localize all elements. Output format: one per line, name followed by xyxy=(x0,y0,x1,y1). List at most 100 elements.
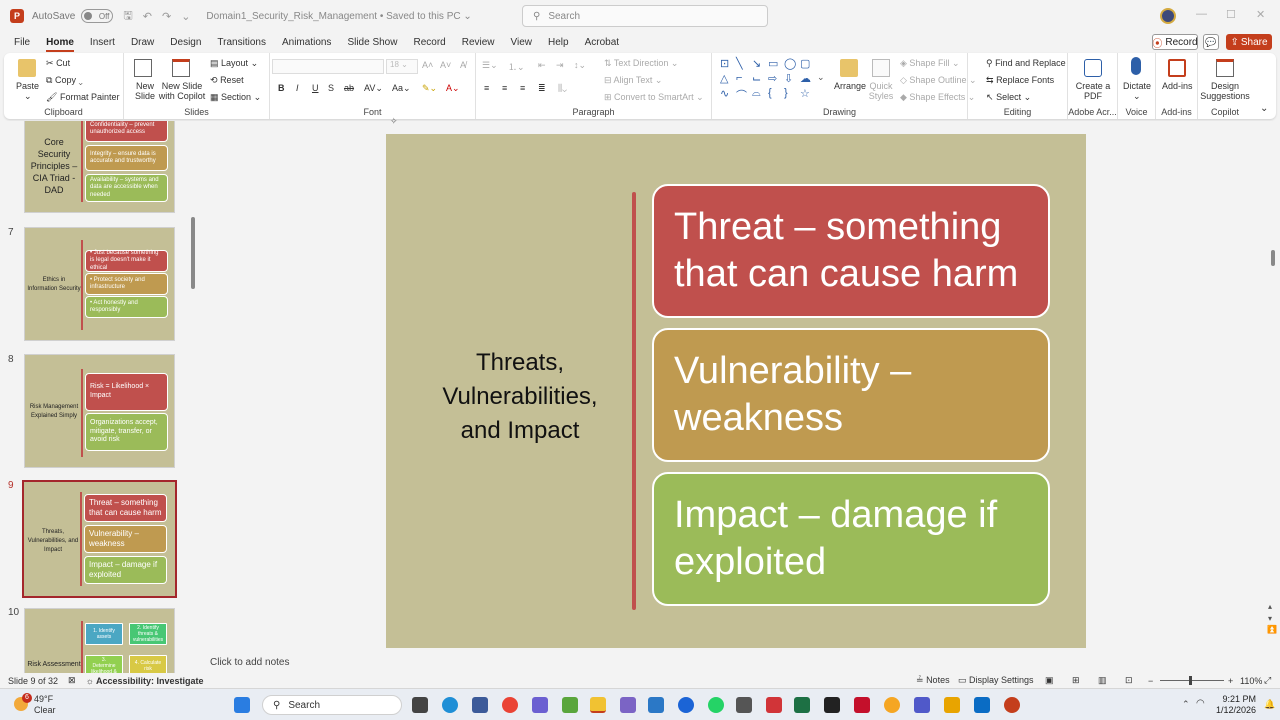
redo-icon[interactable]: ↷ xyxy=(162,10,171,23)
tab-animations[interactable]: Animations xyxy=(274,32,339,52)
font-size-select[interactable]: 18 ⌄ xyxy=(386,59,418,74)
scroll-up-icon[interactable]: ▴ xyxy=(1268,602,1272,611)
search-input[interactable]: ⚲ Search xyxy=(522,5,768,27)
align-center-icon[interactable]: ≡ xyxy=(502,83,507,93)
tab-record[interactable]: Record xyxy=(405,32,453,52)
new-slide-icon[interactable] xyxy=(134,59,152,77)
addins-button[interactable]: Add-ins xyxy=(1162,81,1193,91)
slide-title[interactable]: Threats, Vulnerabilities, and Impact xyxy=(428,346,612,448)
maximize-icon[interactable]: ☐ xyxy=(1226,8,1236,21)
autosave-toggle[interactable]: Off xyxy=(81,9,114,23)
align-text-button[interactable]: ⊟ Align Text ⌄ xyxy=(604,75,662,86)
tab-file[interactable]: File xyxy=(0,32,38,52)
windows-start-icon[interactable] xyxy=(234,697,250,713)
design-suggestions-icon[interactable] xyxy=(1216,59,1234,77)
strikethrough-icon[interactable]: ab xyxy=(344,83,354,93)
tab-home[interactable]: Home xyxy=(38,32,82,52)
find-replace-button[interactable]: ⚲ Find and Replace xyxy=(986,58,1066,69)
app-icon[interactable] xyxy=(562,697,578,713)
tab-insert[interactable]: Insert xyxy=(82,32,123,52)
line-spacing-icon[interactable]: ↕⌄ xyxy=(574,60,586,71)
addins-icon[interactable] xyxy=(1168,59,1186,77)
justify-icon[interactable]: ≣ xyxy=(538,83,546,94)
decrease-font-icon[interactable]: A˅ xyxy=(440,60,451,70)
format-painter-button[interactable]: 🖌 Format Painter xyxy=(46,92,119,103)
snipping-tool-icon[interactable] xyxy=(620,697,636,713)
app-icon[interactable] xyxy=(944,697,960,713)
copilot-icon[interactable] xyxy=(532,697,548,713)
align-left-icon[interactable]: ≡ xyxy=(484,83,489,93)
create-pdf-button[interactable]: Create a PDF xyxy=(1074,81,1112,101)
record-button[interactable]: ⦿ Record xyxy=(1152,34,1198,50)
zoom-icon[interactable] xyxy=(678,697,694,713)
impact-box[interactable]: Impact – damage if exploited xyxy=(652,472,1050,606)
app-icon[interactable] xyxy=(766,697,782,713)
document-title[interactable]: Domain1_Security_Risk_Management • Saved… xyxy=(206,11,471,22)
paste-icon[interactable] xyxy=(18,59,36,77)
normal-view-icon[interactable]: ▣ xyxy=(1045,675,1054,686)
design-suggestions-button[interactable]: Design Suggestions xyxy=(1200,81,1250,101)
editor-scrollbar[interactable] xyxy=(1271,250,1275,266)
reading-view-icon[interactable]: ▥ xyxy=(1098,675,1107,686)
convert-smartart-button[interactable]: ⊞ Convert to SmartArt ⌄ xyxy=(604,92,704,103)
clear-formatting-icon[interactable]: A̸ xyxy=(460,60,466,70)
tab-design[interactable]: Design xyxy=(162,32,209,52)
accessibility-status[interactable]: ☼ Accessibility: Investigate xyxy=(86,676,204,686)
new-slide-copilot-button[interactable]: New Slide with Copilot xyxy=(158,81,206,101)
italic-icon[interactable]: I xyxy=(296,83,299,93)
zoom-level[interactable]: 110% xyxy=(1240,676,1262,686)
zoom-slider[interactable] xyxy=(1160,680,1224,681)
save-icon[interactable]: 🖫 xyxy=(123,7,132,26)
fit-slide-icon[interactable]: ⤢ xyxy=(1264,675,1271,686)
quick-styles-icon[interactable] xyxy=(872,59,890,77)
zoom-out-icon[interactable]: − xyxy=(1148,676,1153,686)
zoom-slider-thumb[interactable] xyxy=(1189,676,1192,685)
increase-indent-icon[interactable]: ⇥ xyxy=(556,60,564,71)
tray-overflow-icon[interactable]: ⌃ xyxy=(1182,699,1190,710)
app-icon[interactable] xyxy=(736,697,752,713)
shape-outline-button[interactable]: ◇ Shape Outline ⌄ xyxy=(900,75,977,86)
copy-button[interactable]: ⧉ Copy ⌄ xyxy=(46,75,83,86)
tab-transitions[interactable]: Transitions xyxy=(209,32,274,52)
comments-icon[interactable]: 💬 xyxy=(1203,34,1219,50)
shapes-gallery[interactable]: ⊡ ╲ ↘ ▭ ◯ ▢ △ ⌐ ⌙ ⇨ ⇩ ☁ ∿ ⌒ ⌓ { } ☆ ⌄ xyxy=(714,57,826,103)
highlight-icon[interactable]: ✎⌄ xyxy=(422,83,437,94)
underline-icon[interactable]: U xyxy=(312,83,319,93)
taskbar-search[interactable]: ⚲ Search xyxy=(262,695,402,715)
paste-dropdown-icon[interactable]: ⌄ xyxy=(24,91,32,102)
vscode-icon[interactable] xyxy=(648,697,664,713)
threat-box[interactable]: Threat – something that can cause harm xyxy=(652,184,1050,318)
font-color-icon[interactable]: A⌄ xyxy=(446,83,460,94)
new-slide-button[interactable]: New Slide xyxy=(132,81,158,101)
share-button[interactable]: ⇪ Share xyxy=(1226,34,1272,50)
system-clock[interactable]: 9:21 PM 1/12/2026 xyxy=(1216,694,1256,716)
dictate-dropdown-icon[interactable]: ⌄ xyxy=(1133,91,1141,102)
undo-icon[interactable]: ↶ xyxy=(143,10,152,23)
arrange-button[interactable]: Arrange xyxy=(834,81,866,91)
dictate-button[interactable]: Dictate xyxy=(1123,81,1151,91)
section-button[interactable]: ▦ Section ⌄ xyxy=(210,92,261,103)
wifi-icon[interactable]: ◠ xyxy=(1196,698,1205,709)
current-slide[interactable]: Threats, Vulnerabilities, and Impact Thr… xyxy=(386,134,1086,648)
increase-font-icon[interactable]: A˄ xyxy=(422,60,433,70)
cut-button[interactable]: ✂ Cut xyxy=(46,58,70,69)
store-icon[interactable] xyxy=(472,697,488,713)
paste-button[interactable]: Paste xyxy=(16,81,39,91)
slide-thumbnail-9[interactable]: Threats, Vulnerabilities, and Impact Thr… xyxy=(22,480,177,598)
slideshow-icon[interactable]: ⊡ xyxy=(1125,675,1133,686)
notes-pane[interactable]: Click to add notes xyxy=(200,651,1272,673)
create-pdf-icon[interactable] xyxy=(1084,59,1102,77)
tab-review[interactable]: Review xyxy=(454,32,503,52)
file-explorer-icon[interactable] xyxy=(590,697,606,713)
notification-icon[interactable]: 🔔 xyxy=(1264,699,1275,710)
layout-button[interactable]: ▤ Layout ⌄ xyxy=(210,58,258,69)
copilot-slide-icon[interactable] xyxy=(172,59,190,77)
slide-thumbnail-7[interactable]: Ethics in Information Security • Just be… xyxy=(24,227,175,341)
chrome-icon[interactable] xyxy=(502,697,518,713)
vulnerability-box[interactable]: Vulnerability – weakness xyxy=(652,328,1050,462)
spacing-icon[interactable]: AV⌄ xyxy=(364,83,383,94)
acrobat-icon[interactable] xyxy=(854,697,870,713)
tab-acrobat[interactable]: Acrobat xyxy=(577,32,627,52)
scroll-down-icon[interactable]: ▾ xyxy=(1268,614,1272,623)
shape-effects-button[interactable]: ◆ Shape Effects ⌄ xyxy=(900,92,975,103)
